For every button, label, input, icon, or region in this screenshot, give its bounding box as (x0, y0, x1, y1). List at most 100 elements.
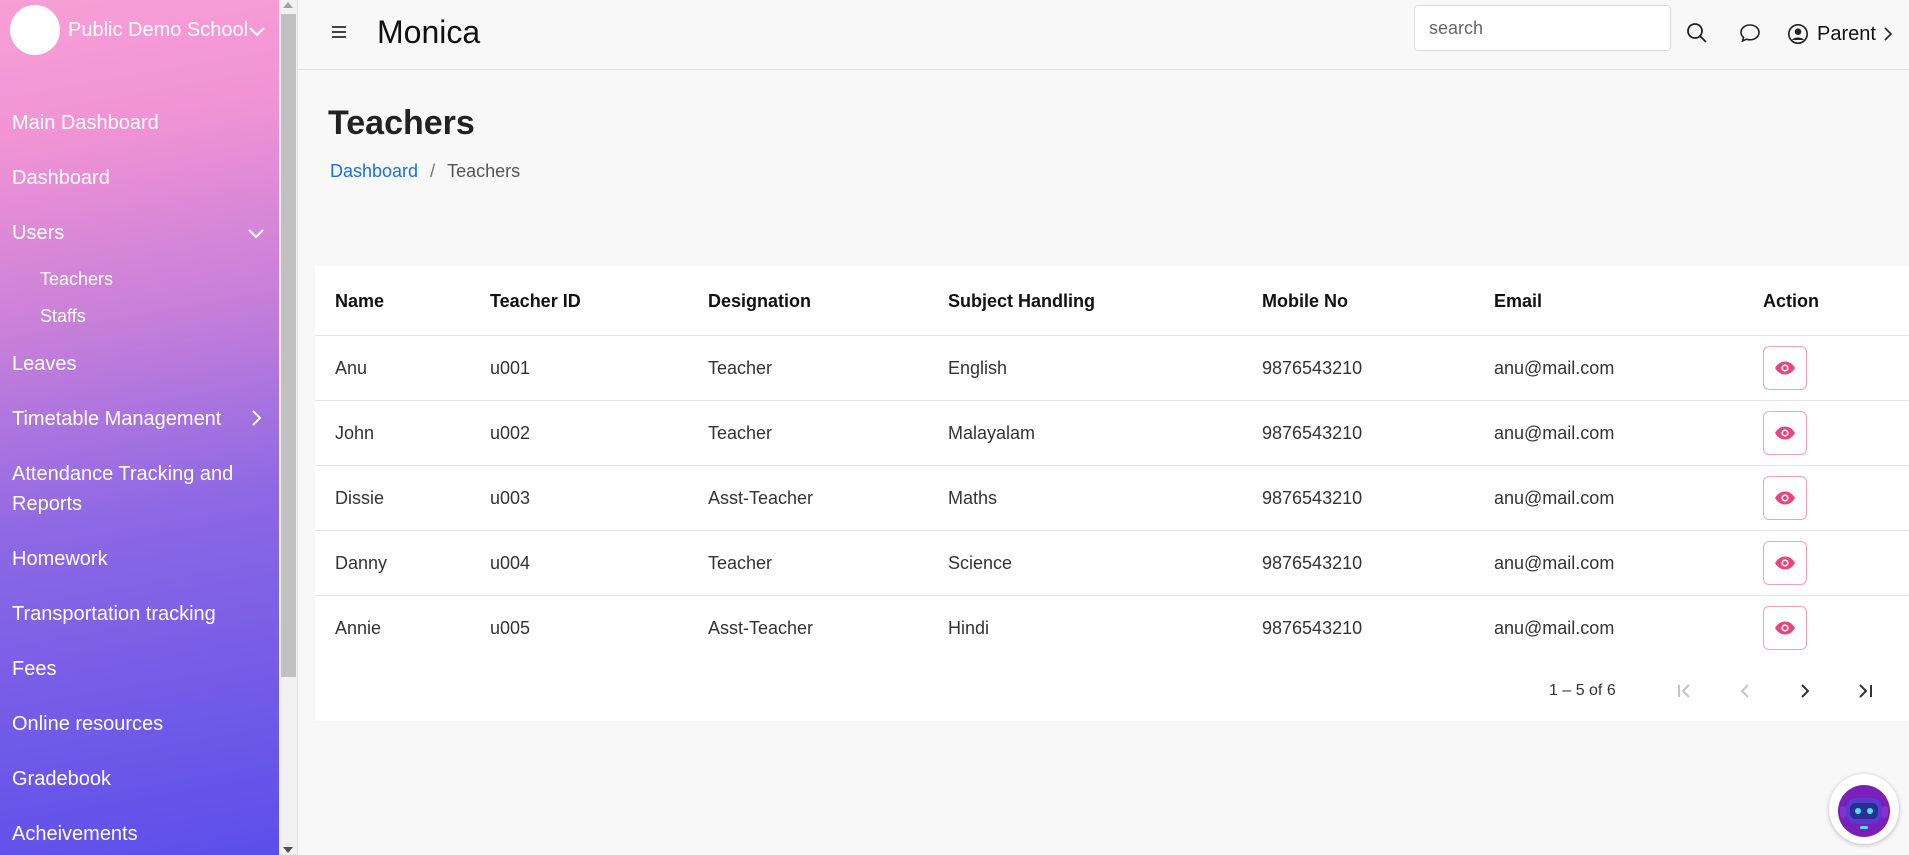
chevron-right-icon (1884, 27, 1893, 41)
chevron-right-icon[interactable] (245, 407, 267, 429)
chatbot-button[interactable] (1829, 774, 1899, 844)
breadcrumb-separator: / (430, 161, 436, 181)
table-row: Annie u005 Asst-Teacher Hindi 9876543210… (315, 595, 1909, 660)
sidebar-item-homework[interactable]: Homework (12, 548, 108, 571)
breadcrumb-home-link[interactable]: Dashboard (330, 161, 418, 182)
sidebar-item-achievements[interactable]: Acheivements (12, 823, 138, 846)
app-title: Monica (377, 14, 481, 50)
cell-designation: Asst-Teacher (708, 488, 814, 508)
eye-icon (1775, 426, 1795, 440)
top-header: Monica Parent (298, 0, 1909, 70)
table-row: Dissie u003 Asst-Teacher Maths 987654321… (315, 465, 1909, 530)
view-button[interactable] (1763, 606, 1807, 650)
view-button[interactable] (1763, 346, 1807, 390)
chevron-left-icon (1740, 684, 1749, 698)
user-label: Parent (1817, 22, 1876, 45)
view-button[interactable] (1763, 476, 1807, 520)
chat-bubble-icon[interactable] (1738, 21, 1762, 45)
view-button[interactable] (1763, 411, 1807, 455)
pagination-range: 1 – 5 of 6 (1549, 682, 1616, 699)
first-page-icon (1678, 684, 1690, 698)
table-row: Anu u001 Teacher English 9876543210 anu@… (315, 335, 1909, 400)
sidebar-item-users[interactable]: Users (12, 222, 64, 245)
sidebar-item-timetable[interactable]: Timetable Management (12, 408, 221, 431)
eye-icon (1775, 621, 1795, 635)
sidebar-item-main-dashboard[interactable]: Main Dashboard (12, 112, 159, 135)
sidebar-scrollbar[interactable] (279, 0, 298, 855)
sidebar-subitem-staffs[interactable]: Staffs (40, 306, 86, 327)
search-icon[interactable] (1685, 21, 1709, 45)
scroll-down-arrow[interactable] (283, 847, 293, 853)
cell-name: Annie (335, 618, 382, 638)
page-title: Teachers (328, 104, 475, 142)
cell-subject: Maths (948, 488, 998, 508)
cell-subject: English (948, 358, 1008, 378)
cell-email: anu@mail.com (1494, 423, 1615, 443)
teachers-table: Name Teacher ID Designation Subject Hand… (315, 266, 1909, 721)
cell-teacher-id: u001 (490, 358, 531, 378)
hamburger-icon[interactable] (332, 26, 346, 38)
column-header-email: Email (1494, 291, 1543, 311)
column-header-subject: Subject Handling (948, 291, 1096, 311)
cell-email: anu@mail.com (1494, 618, 1615, 638)
cell-mobile: 9876543210 (1262, 423, 1363, 443)
column-header-designation: Designation (708, 291, 812, 311)
sidebar-item-leaves[interactable]: Leaves (12, 353, 77, 376)
chevron-down-icon[interactable] (246, 20, 268, 42)
cell-mobile: 9876543210 (1262, 618, 1363, 638)
cell-subject: Malayalam (948, 423, 1036, 443)
cell-teacher-id: u003 (490, 488, 531, 508)
column-header-action: Action (1763, 291, 1819, 311)
previous-page-button[interactable] (1730, 676, 1760, 706)
chevron-right-icon (1801, 684, 1810, 698)
eye-icon (1775, 361, 1795, 375)
table-row: Danny u004 Teacher Science 9876543210 an… (315, 530, 1909, 595)
cell-email: anu@mail.com (1494, 488, 1615, 508)
breadcrumb-current: Teachers (447, 161, 521, 181)
cell-teacher-id: u005 (490, 618, 531, 638)
search-input[interactable] (1414, 5, 1671, 51)
cell-designation: Asst-Teacher (708, 618, 814, 638)
school-switcher[interactable]: Public Demo School (10, 5, 248, 55)
table-row: John u002 Teacher Malayalam 9876543210 a… (315, 400, 1909, 465)
school-name: Public Demo School (68, 18, 249, 41)
sidebar-subitem-teachers[interactable]: Teachers (40, 269, 113, 290)
user-menu[interactable]: Parent (1787, 20, 1896, 48)
sidebar-item-attendance[interactable]: Attendance Tracking and (12, 463, 233, 486)
last-page-icon (1859, 684, 1872, 698)
cell-mobile: 9876543210 (1262, 358, 1363, 378)
first-page-button[interactable] (1670, 676, 1700, 706)
breadcrumb: Dashboard / Teachers (330, 161, 520, 182)
cell-designation: Teacher (708, 423, 773, 443)
next-page-button[interactable] (1790, 676, 1820, 706)
sidebar-item-gradebook[interactable]: Gradebook (12, 768, 111, 791)
cell-name: Danny (335, 553, 388, 573)
chevron-down-icon[interactable] (245, 222, 267, 244)
scroll-thumb[interactable] (281, 14, 296, 677)
cell-name: John (335, 423, 375, 443)
cell-teacher-id: u002 (490, 423, 531, 443)
last-page-button[interactable] (1850, 676, 1880, 706)
cell-name: Dissie (335, 488, 385, 508)
cell-email: anu@mail.com (1494, 358, 1615, 378)
scroll-up-arrow[interactable] (283, 2, 293, 8)
column-header-teacher-id: Teacher ID (490, 291, 581, 311)
view-button[interactable] (1763, 541, 1807, 585)
column-header-name: Name (335, 291, 385, 311)
column-header-mobile: Mobile No (1262, 291, 1348, 311)
sidebar: Public Demo School Main Dashboard Dashbo… (0, 0, 279, 855)
cell-designation: Teacher (708, 553, 773, 573)
cell-mobile: 9876543210 (1262, 488, 1363, 508)
sidebar-item-attendance-line2[interactable]: Reports (12, 493, 82, 516)
cell-subject: Hindi (948, 618, 990, 638)
sidebar-item-online-resources[interactable]: Online resources (12, 713, 163, 736)
cell-mobile: 9876543210 (1262, 553, 1363, 573)
sidebar-item-fees[interactable]: Fees (12, 658, 56, 681)
sidebar-item-transportation[interactable]: Transportation tracking (12, 603, 216, 626)
cell-teacher-id: u004 (490, 553, 531, 573)
school-logo (10, 5, 60, 55)
sidebar-item-dashboard[interactable]: Dashboard (12, 167, 110, 190)
cell-name: Anu (335, 358, 368, 378)
eye-icon (1775, 556, 1795, 570)
cell-designation: Teacher (708, 358, 773, 378)
